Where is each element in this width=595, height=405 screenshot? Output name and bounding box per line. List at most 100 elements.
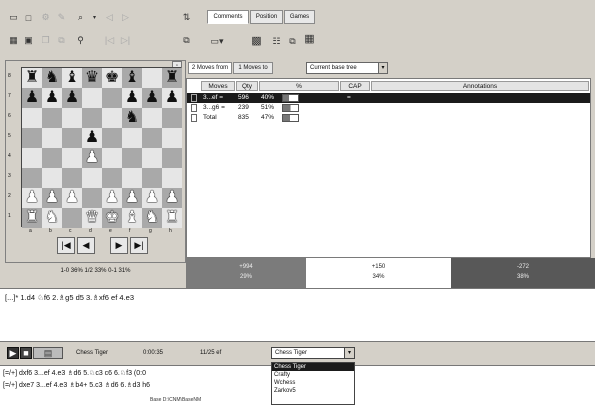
table-row[interactable]: 3...ef = 596 40% = (187, 93, 590, 103)
black-rook[interactable]: ♜ (25, 70, 39, 86)
board-square[interactable]: ♛ (82, 208, 102, 228)
board-square[interactable]: ♜ (162, 68, 182, 88)
dropdown-option[interactable]: Crafty (272, 371, 354, 379)
col-qty[interactable]: Qty (236, 81, 258, 91)
black-pawn[interactable]: ♟ (65, 90, 79, 106)
white-pawn[interactable]: ♟ (105, 190, 119, 206)
board-square[interactable] (82, 188, 102, 208)
notation-panel[interactable]: [...]* 1.d4 ♘f6 2.♗g5 d5 3.♗xf6 ef 4.e3 (0, 288, 595, 342)
board-square[interactable]: ♟ (82, 148, 102, 168)
board-square[interactable] (62, 208, 82, 228)
dropdown-option[interactable]: Wchess (272, 379, 354, 387)
board-square[interactable] (42, 128, 62, 148)
board-square[interactable] (102, 148, 122, 168)
board-square[interactable]: ♞ (122, 108, 142, 128)
board-square[interactable]: ♟ (162, 88, 182, 108)
board-square[interactable] (122, 128, 142, 148)
nav-last-button[interactable]: ▶| (130, 237, 148, 254)
stack-icon[interactable]: ❐ (39, 34, 52, 47)
board-square[interactable] (62, 148, 82, 168)
white-pawn[interactable]: ♟ (25, 190, 39, 206)
board-square[interactable]: ♞ (42, 68, 62, 88)
board-square[interactable] (62, 108, 82, 128)
flip-icon[interactable]: ⇅ (180, 11, 193, 24)
tab-moves-from[interactable]: 2 Moves from (188, 62, 232, 74)
board-square[interactable] (22, 108, 42, 128)
nav-prev-button[interactable]: ◀ (77, 237, 95, 254)
arrow-down-icon[interactable]: ▾ (88, 11, 101, 24)
board-square[interactable]: ♟ (42, 188, 62, 208)
board-square[interactable]: ♟ (22, 88, 42, 108)
board-square[interactable]: ♟ (162, 188, 182, 208)
board-square[interactable]: ♟ (62, 88, 82, 108)
window-icon[interactable]: □ (22, 11, 35, 24)
chevron-down-icon[interactable]: ▾ (378, 63, 387, 73)
board-square[interactable] (42, 148, 62, 168)
board-square[interactable] (162, 128, 182, 148)
board-grid-icon[interactable]: ▩ (250, 34, 263, 47)
black-pawn[interactable]: ♟ (45, 90, 59, 106)
engine-grid-icon[interactable]: ▦ (303, 32, 316, 45)
chevron-down-icon[interactable]: ▾ (344, 348, 354, 358)
engine-select[interactable]: Chess Tiger ▾ (271, 347, 355, 359)
tab-moves-to[interactable]: 1 Moves to (233, 62, 273, 74)
board-square[interactable]: ♟ (122, 88, 142, 108)
board-square[interactable]: ♟ (142, 88, 162, 108)
dropdown-option[interactable]: Zarkov5 (272, 387, 354, 395)
board-square[interactable] (142, 68, 162, 88)
white-pawn[interactable]: ♟ (145, 190, 159, 206)
list-icon[interactable]: ☷ (270, 35, 283, 48)
black-bishop[interactable]: ♝ (65, 70, 79, 86)
board-square[interactable]: ♜ (22, 208, 42, 228)
search-icon[interactable]: ⌕ (74, 11, 87, 24)
white-pawn[interactable]: ♟ (85, 150, 99, 166)
board-square[interactable]: ♟ (122, 188, 142, 208)
board-square[interactable] (122, 148, 142, 168)
black-knight[interactable]: ♞ (45, 70, 59, 86)
board-square[interactable]: ♟ (142, 188, 162, 208)
board-icon[interactable]: ▦ (7, 34, 20, 47)
black-queen[interactable]: ♛ (85, 70, 99, 86)
white-pawn[interactable]: ♟ (125, 190, 139, 206)
black-pawn[interactable]: ♟ (145, 90, 159, 106)
board-square[interactable]: ♛ (82, 68, 102, 88)
board-square[interactable]: ♚ (102, 68, 122, 88)
black-pawn[interactable]: ♟ (165, 90, 179, 106)
black-knight[interactable]: ♞ (125, 110, 139, 126)
board-square[interactable] (82, 168, 102, 188)
board-square[interactable] (142, 148, 162, 168)
board-square[interactable] (42, 168, 62, 188)
board-square[interactable] (82, 88, 102, 108)
board-square[interactable]: ♜ (162, 208, 182, 228)
board-square[interactable] (142, 108, 162, 128)
display-mode-icon[interactable]: ▭▾ (206, 35, 228, 48)
engine-icon[interactable]: ⚙ (39, 11, 52, 24)
col-cap[interactable]: CAP (340, 81, 370, 91)
board-square[interactable] (102, 88, 122, 108)
board-square[interactable]: ♟ (42, 88, 62, 108)
board-square[interactable]: ♝ (122, 68, 142, 88)
nav-end-icon[interactable]: ▷| (119, 34, 132, 47)
black-pawn[interactable]: ♟ (125, 90, 139, 106)
white-pawn[interactable]: ♟ (65, 190, 79, 206)
board-square[interactable] (22, 128, 42, 148)
nav-start-icon[interactable]: |◁ (103, 34, 116, 47)
black-pawn[interactable]: ♟ (25, 90, 39, 106)
base-tree-select[interactable]: Current base tree ▾ (306, 62, 388, 74)
board-square[interactable]: ♜ (22, 68, 42, 88)
board-square[interactable]: ♟ (22, 188, 42, 208)
black-king[interactable]: ♚ (105, 70, 119, 86)
table-row[interactable]: 3...g6 = 239 51% (187, 103, 590, 113)
board-square[interactable] (102, 128, 122, 148)
back-icon[interactable]: ◁ (103, 11, 116, 24)
white-knight[interactable]: ♞ (45, 210, 59, 226)
white-bishop[interactable]: ♝ (125, 210, 139, 226)
white-knight[interactable]: ♞ (145, 210, 159, 226)
board-square[interactable]: ♝ (122, 208, 142, 228)
board-square[interactable]: ♝ (62, 68, 82, 88)
board-square[interactable]: ♟ (62, 188, 82, 208)
black-rook[interactable]: ♜ (165, 70, 179, 86)
new-board-icon[interactable]: ▭ (7, 11, 20, 24)
white-rook[interactable]: ♜ (165, 210, 179, 226)
chess-board[interactable]: ♜ ♞ ♝ ♛ ♚ ♝ ♜ ♟ ♟ ♟ ♟ ♟ ♟ ♞ ♟ ♟ ♟ ♟ ♟ ♟ ♟ ♟ ♟ ♜ ♞ ♛ ♚ ♝ ♞ ♜ (21, 67, 182, 228)
